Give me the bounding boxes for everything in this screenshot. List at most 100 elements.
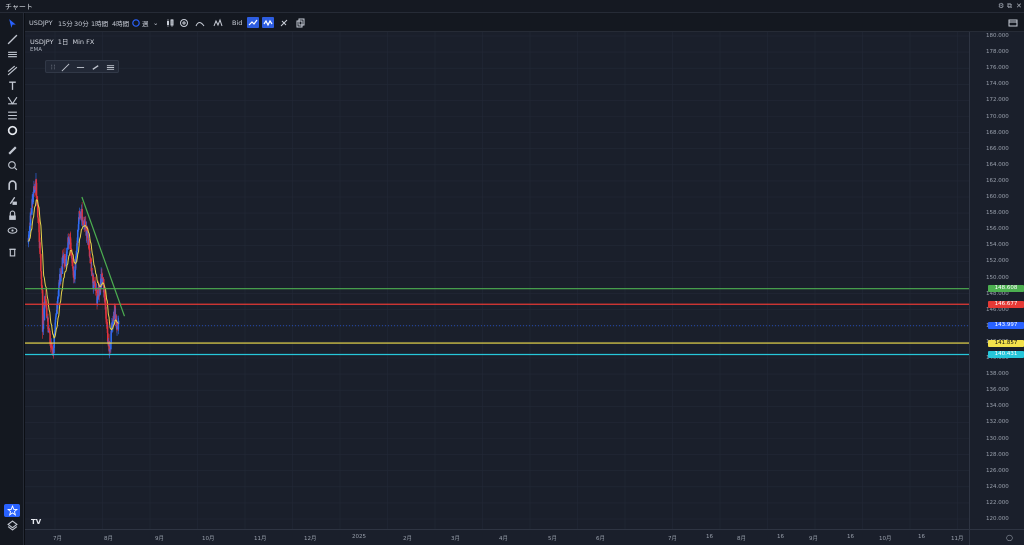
layers-icon[interactable] (4, 519, 20, 532)
zoom-icon[interactable] (4, 159, 20, 172)
chevron-down-icon[interactable]: ⌄ (153, 17, 158, 28)
candle-type-icon[interactable] (165, 17, 175, 28)
line-style-icon[interactable] (59, 62, 71, 72)
layout-icon[interactable] (1008, 17, 1018, 28)
window-title: チャート (5, 3, 33, 11)
price-level-label: 140.431 (988, 351, 1024, 359)
pattern-tool[interactable] (4, 94, 20, 107)
time-tick: 16 (706, 534, 713, 540)
period-selector[interactable]: 週 (142, 17, 149, 28)
magnet-icon[interactable] (4, 179, 20, 192)
price-tick: 156.000 (986, 226, 1009, 233)
alert-icon[interactable] (279, 17, 289, 28)
trash-icon[interactable] (4, 245, 20, 258)
line-width-icon[interactable] (74, 62, 86, 72)
price-tick: 154.000 (986, 242, 1009, 249)
candle-body (76, 229, 79, 243)
candle-body (40, 271, 43, 280)
indicators-icon[interactable] (195, 17, 205, 28)
settings-icon[interactable]: ⚙ (998, 2, 1004, 10)
favorites-star-icon[interactable] (4, 504, 20, 517)
lock-drawing-icon[interactable] (4, 194, 20, 207)
eye-icon[interactable] (4, 224, 20, 237)
wave-chart-toggle[interactable] (262, 17, 274, 28)
time-tick: 5月 (548, 536, 557, 542)
legend-symbol-name: USDJPY (30, 38, 54, 46)
price-tick: 162.000 (986, 177, 1009, 184)
time-axis[interactable]: 7月 8月 9月 10月 11月 12月 2025 2月 3月 4月 5月 6月 7月 16 8月 16 9月 1… (25, 529, 969, 545)
price-tick: 164.000 (986, 161, 1009, 168)
legend-indicator-ema[interactable]: EMA (30, 47, 42, 53)
timeframe-15m[interactable]: 15分 (58, 17, 73, 28)
time-tick: 9月 (809, 536, 818, 542)
price-level-label: 146.677 (988, 300, 1024, 308)
price-tick: 168.000 (986, 129, 1009, 136)
price-tick: 124.000 (986, 483, 1009, 490)
legend-symbol: USDJPY 1日 Min FX (30, 36, 94, 46)
timeframe-4h[interactable]: 4時間 (112, 17, 129, 28)
window-titlebar: チャート ⚙ ⧉ ✕ (0, 0, 1024, 13)
time-tick: 16 (847, 534, 854, 540)
ruler-tool[interactable] (4, 144, 20, 157)
chart-canvas[interactable] (25, 32, 969, 529)
link-icon[interactable] (89, 62, 101, 72)
time-tick: 4月 (499, 536, 508, 542)
templates-icon[interactable] (213, 17, 223, 28)
trendline-tool[interactable] (4, 33, 20, 46)
price-tick: 134.000 (986, 403, 1009, 410)
price-tick: 166.000 (986, 145, 1009, 152)
price-tick: 122.000 (986, 499, 1009, 506)
time-tick: 2025 (352, 534, 366, 540)
trend-line (81, 196, 126, 317)
popout-icon[interactable]: ⧉ (1007, 2, 1012, 11)
time-tick: 16 (777, 534, 784, 540)
line-chart-toggle[interactable] (247, 17, 259, 28)
time-tick: 8月 (104, 536, 113, 542)
price-tick: 178.000 (986, 49, 1009, 56)
price-tick: 172.000 (986, 97, 1009, 104)
time-tick: 7月 (668, 536, 677, 542)
copy-icon[interactable] (295, 17, 305, 28)
candle-body (39, 242, 41, 255)
lock-icon[interactable] (4, 209, 20, 222)
text-tool[interactable] (4, 79, 20, 92)
candle-body (53, 347, 55, 353)
symbol-selector[interactable]: USDJPY (29, 17, 53, 28)
price-axis[interactable]: 180.000 178.000 176.000 174.000 172.000 170.0… (969, 32, 1024, 529)
pitchfork-tool[interactable] (4, 64, 20, 77)
time-tick: 2月 (403, 536, 412, 542)
drawing-toolbar (0, 13, 24, 545)
candle-body (66, 248, 68, 254)
time-tick: 10月 (202, 536, 215, 542)
more-options-icon[interactable] (104, 62, 116, 72)
time-tick: 11月 (951, 536, 964, 542)
chart-pane[interactable] (25, 32, 969, 529)
price-tick: 120.000 (986, 516, 1009, 522)
time-tick: 8月 (737, 536, 746, 542)
price-tick: 152.000 (986, 258, 1009, 265)
close-icon[interactable]: ✕ (1016, 2, 1022, 10)
price-tick: 160.000 (986, 194, 1009, 200)
shape-tool[interactable] (4, 124, 20, 137)
time-tick: 11月 (254, 536, 267, 542)
fib-tool[interactable] (4, 109, 20, 122)
bid-toggle[interactable]: Bid (232, 17, 242, 28)
settings-circle-icon[interactable]: ○ (1006, 533, 1013, 542)
timeframe-30m[interactable]: 30分 (74, 17, 89, 28)
price-tick: 170.000 (986, 113, 1009, 120)
drawing-floating-toolbar (45, 60, 119, 73)
channel-tool[interactable] (4, 48, 20, 61)
price-level-label: 141.857 (988, 339, 1024, 347)
timeframe-1h[interactable]: 1時間 (91, 17, 108, 28)
price-tick: 176.000 (986, 65, 1009, 72)
price-tick: 130.000 (986, 435, 1009, 442)
clock-icon (131, 17, 141, 28)
price-tick: 180.000 (986, 33, 1009, 39)
cursor-tool[interactable] (4, 17, 20, 30)
time-tick: 6月 (596, 536, 605, 542)
compare-icon[interactable] (179, 17, 189, 28)
time-tick: 10月 (879, 536, 892, 542)
candle-body (55, 313, 58, 316)
drag-handle-icon[interactable] (47, 62, 59, 72)
price-level-label: 143.997 (988, 322, 1024, 330)
